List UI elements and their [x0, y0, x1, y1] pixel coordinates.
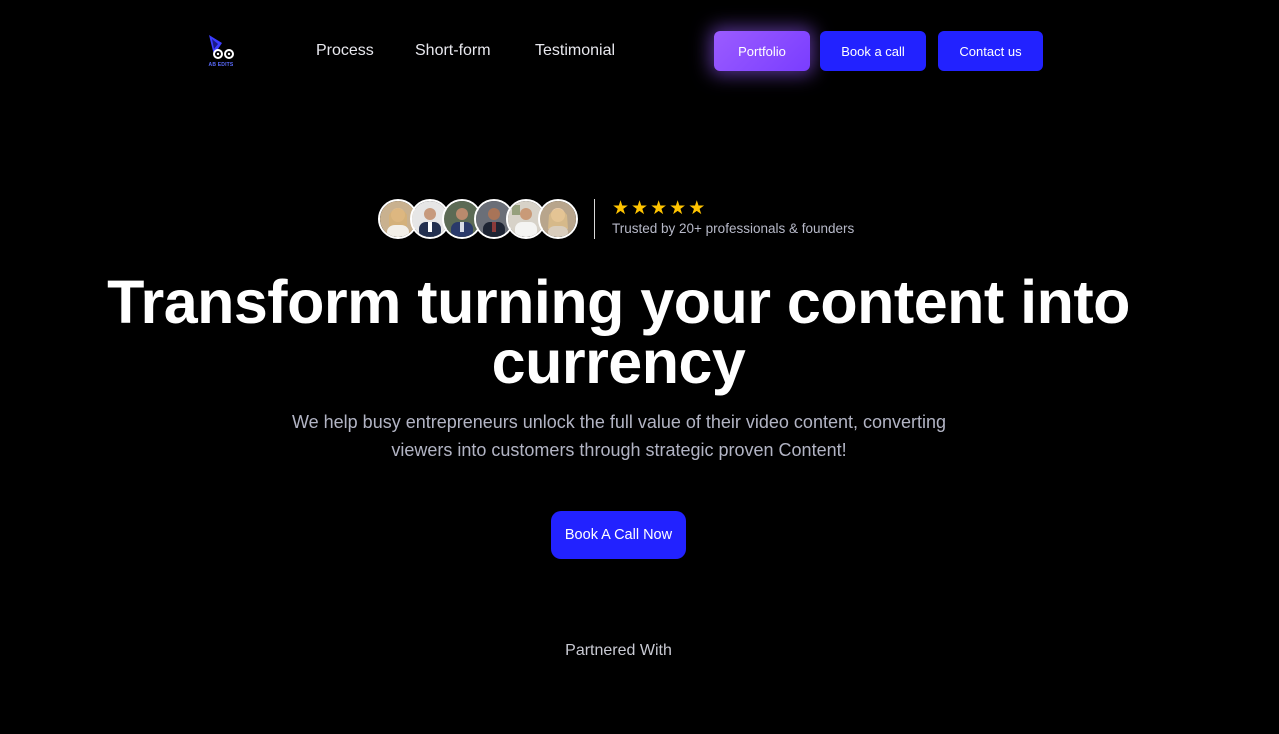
rating-stars: ★ ★ ★ ★ ★ — [612, 199, 705, 218]
book-a-call-button[interactable]: Book a call — [820, 31, 926, 71]
landing-page: AB EDITS Process Short-form Testimonial … — [0, 0, 1279, 734]
hero-title-line-1: Transform turning your content into — [107, 268, 1130, 336]
nav-link-process[interactable]: Process — [316, 40, 374, 62]
star-icon: ★ — [669, 198, 687, 219]
hero-subtitle-line-1: We help busy entrepreneurs unlock the fu… — [291, 412, 947, 432]
portfolio-button[interactable]: Portfolio — [714, 31, 810, 71]
hero-subtitle: We help busy entrepreneurs unlock the fu… — [269, 408, 969, 464]
star-icon: ★ — [612, 198, 630, 219]
hero-title: Transform turning your content into curr… — [0, 272, 1237, 393]
book-a-call-now-button[interactable]: Book A Call Now — [551, 511, 686, 559]
ab-edits-logo-icon — [209, 35, 234, 59]
logo-text: AB EDITS — [208, 62, 234, 68]
avatar — [538, 199, 578, 239]
partnered-with-heading: Partnered With — [565, 642, 672, 659]
hero-subtitle-line-2: viewers into customers through strategic… — [391, 440, 847, 460]
nav-link-testimonial[interactable]: Testimonial — [535, 40, 615, 62]
hero-title-line-2: currency — [491, 328, 746, 396]
trust-text: Trusted by 20+ professionals & founders — [612, 221, 855, 236]
star-icon: ★ — [631, 198, 649, 219]
nav-link-short-form[interactable]: Short-form — [415, 40, 491, 62]
logo[interactable]: AB EDITS — [206, 33, 236, 71]
star-icon: ★ — [650, 198, 668, 219]
contact-us-button[interactable]: Contact us — [938, 31, 1043, 71]
star-icon: ★ — [688, 198, 706, 219]
trust-divider — [594, 199, 595, 239]
